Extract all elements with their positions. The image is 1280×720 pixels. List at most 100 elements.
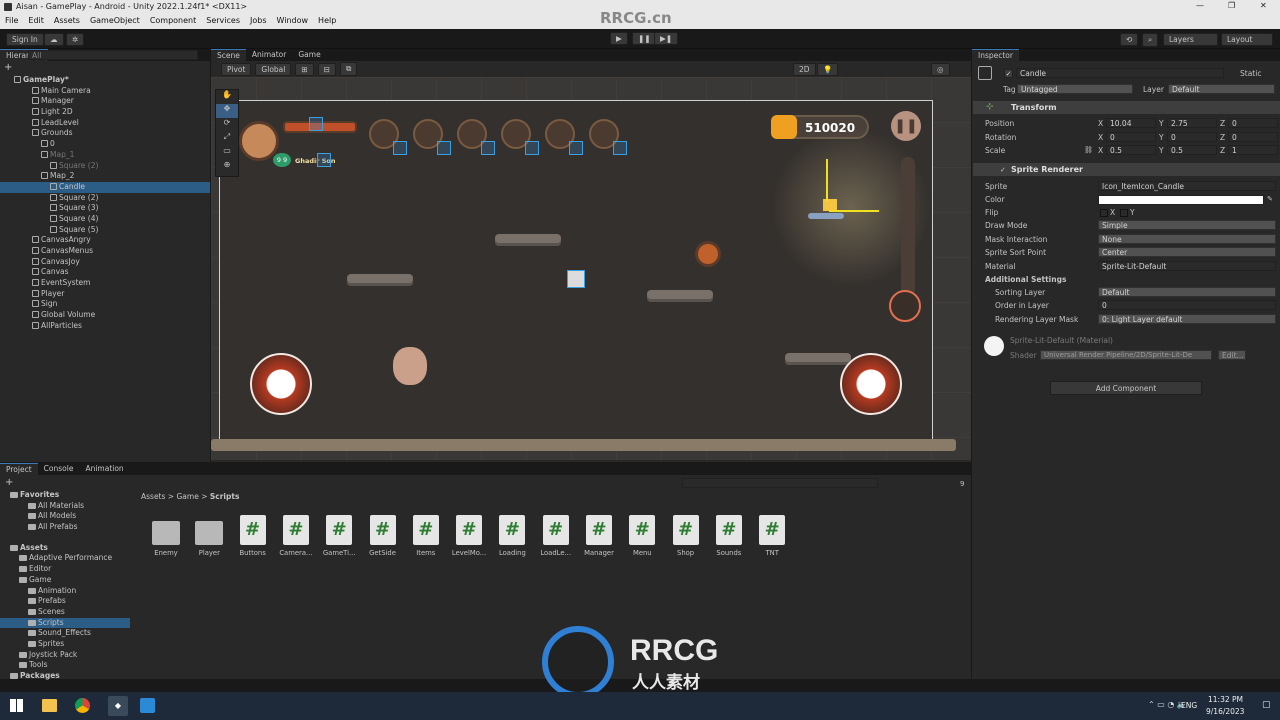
menu-component[interactable]: Component bbox=[145, 14, 201, 27]
favorites-header[interactable]: Favorites bbox=[0, 490, 130, 501]
asset-script[interactable]: # Buttons bbox=[233, 515, 273, 557]
asset-folder[interactable]: Player bbox=[189, 515, 229, 557]
vscode-icon[interactable] bbox=[140, 698, 155, 713]
hierarchy-item[interactable]: AllParticles bbox=[0, 321, 210, 332]
add-icon[interactable]: + bbox=[4, 62, 12, 73]
notification-icon[interactable]: ▢ bbox=[1262, 700, 1271, 710]
move-gizmo-y-axis[interactable] bbox=[826, 159, 828, 201]
shader-edit-button[interactable]: Edit... bbox=[1218, 350, 1246, 360]
menu-edit[interactable]: Edit bbox=[23, 14, 49, 27]
play-button[interactable]: ▶ bbox=[610, 32, 628, 45]
project-folder[interactable]: Adaptive Performance bbox=[0, 553, 130, 564]
layer-dropdown[interactable]: Default bbox=[1168, 84, 1275, 94]
hierarchy-item[interactable]: Player bbox=[0, 289, 210, 300]
pos-z-field[interactable]: 0 bbox=[1228, 118, 1278, 128]
render-mask-dropdown[interactable]: 0: Light Layer default bbox=[1098, 314, 1276, 324]
search-icon[interactable]: ⌕ bbox=[1142, 33, 1159, 47]
step-button[interactable]: ▶❚ bbox=[654, 32, 679, 45]
pause-button[interactable]: ❚❚ bbox=[632, 32, 657, 45]
draw-mode-dropdown[interactable]: Simple bbox=[1098, 220, 1276, 230]
transform-header[interactable]: Transform bbox=[973, 101, 1280, 114]
assets-header[interactable]: Assets bbox=[0, 543, 130, 554]
pos-y-field[interactable]: 2.75 bbox=[1167, 118, 1217, 128]
favorite-item[interactable]: All Materials bbox=[0, 501, 130, 512]
scl-x-field[interactable]: 0.5 bbox=[1106, 145, 1156, 155]
hierarchy-item[interactable]: GamePlay* bbox=[0, 75, 210, 86]
hand-tool-icon[interactable]: ✋ bbox=[216, 90, 238, 104]
asset-script[interactable]: # Manager bbox=[579, 515, 619, 557]
tab-scene[interactable]: Scene bbox=[211, 49, 246, 61]
project-folder[interactable]: Sound_Effects bbox=[0, 628, 130, 639]
project-folder[interactable]: Packages bbox=[0, 671, 130, 682]
asset-script[interactable]: # GetSide bbox=[363, 515, 403, 557]
breadcrumb-scripts[interactable]: Scripts bbox=[210, 492, 240, 501]
menu-jobs[interactable]: Jobs bbox=[245, 14, 272, 27]
object-name-field[interactable]: Candle bbox=[1016, 68, 1224, 78]
unity-taskbar-icon[interactable]: ◆ bbox=[108, 696, 128, 716]
chrome-icon[interactable] bbox=[75, 698, 90, 713]
favorite-item[interactable]: All Models bbox=[0, 511, 130, 522]
hierarchy-item[interactable]: CanvasAngry bbox=[0, 235, 210, 246]
layout-dropdown[interactable]: Layout bbox=[1221, 33, 1273, 46]
tab-inspector[interactable]: Inspector bbox=[972, 49, 1019, 61]
asset-script[interactable]: # TNT bbox=[752, 515, 792, 557]
close-button[interactable]: ✕ bbox=[1260, 1, 1267, 10]
tab-animation[interactable]: Animation bbox=[79, 463, 129, 475]
hierarchy-item[interactable]: Global Volume bbox=[0, 310, 210, 321]
project-folder[interactable]: Joystick Pack bbox=[0, 650, 130, 661]
sorting-layer-dropdown[interactable]: Default bbox=[1098, 287, 1276, 297]
scl-z-field[interactable]: 1 bbox=[1228, 145, 1278, 155]
hierarchy-item[interactable]: Square (2) bbox=[0, 161, 210, 172]
project-folder[interactable]: Prefabs bbox=[0, 596, 130, 607]
eyedropper-icon[interactable]: ✎ bbox=[1267, 195, 1273, 203]
transform-tool-icon[interactable]: ⊕ bbox=[216, 160, 238, 174]
menu-window[interactable]: Window bbox=[272, 14, 314, 27]
mode-2d-button[interactable]: 2D bbox=[793, 62, 816, 76]
hierarchy-item[interactable]: Light 2D bbox=[0, 107, 210, 118]
additional-settings-foldout[interactable]: Additional Settings bbox=[985, 275, 1066, 284]
active-checkbox[interactable]: ✓ bbox=[1004, 69, 1013, 78]
rect-tool-icon[interactable]: ▭ bbox=[216, 146, 238, 160]
project-folder[interactable]: Sprites bbox=[0, 639, 130, 650]
project-folder[interactable]: Scripts bbox=[0, 617, 130, 629]
tag-dropdown[interactable]: Untagged bbox=[1017, 84, 1133, 94]
project-folder[interactable]: Animation bbox=[0, 586, 130, 597]
hierarchy-item[interactable]: Map_2 bbox=[0, 171, 210, 182]
hierarchy-item[interactable]: Square (3) bbox=[0, 203, 210, 214]
rotate-tool-icon[interactable]: ⟳ bbox=[216, 118, 238, 132]
favorite-item[interactable]: All Prefabs bbox=[0, 522, 130, 533]
scl-y-field[interactable]: 0.5 bbox=[1167, 145, 1217, 155]
shader-dropdown[interactable]: Universal Render Pipeline/2D/Sprite-Lit-… bbox=[1040, 350, 1212, 360]
menu-help[interactable]: Help bbox=[313, 14, 341, 27]
hierarchy-item[interactable]: Manager bbox=[0, 96, 210, 107]
menu-file[interactable]: File bbox=[0, 14, 23, 27]
hierarchy-item[interactable]: Square (4) bbox=[0, 214, 210, 225]
order-field[interactable]: 0 bbox=[1098, 300, 1276, 310]
pos-x-field[interactable]: 10.04 bbox=[1106, 118, 1156, 128]
hierarchy-item[interactable]: Sign bbox=[0, 299, 210, 310]
tab-console[interactable]: Console bbox=[38, 463, 80, 475]
hierarchy-item[interactable]: Canvas bbox=[0, 267, 210, 278]
pivot-dropdown[interactable]: Pivot bbox=[221, 62, 252, 76]
clock-time[interactable]: 11:32 PM bbox=[1208, 695, 1243, 704]
move-gizmo-x-axis[interactable] bbox=[829, 210, 879, 212]
asset-script[interactable]: # Sounds bbox=[709, 515, 749, 557]
sort-point-dropdown[interactable]: Center bbox=[1098, 247, 1276, 257]
flip-x-checkbox[interactable] bbox=[1100, 209, 1108, 217]
flip-y-checkbox[interactable] bbox=[1120, 209, 1128, 217]
hierarchy-item[interactable]: Main Camera bbox=[0, 86, 210, 97]
rot-y-field[interactable]: 0 bbox=[1167, 132, 1217, 142]
breadcrumb-assets[interactable]: Assets bbox=[141, 492, 165, 501]
asset-script[interactable]: # LevelMo... bbox=[449, 515, 489, 557]
asset-script[interactable]: # Shop bbox=[666, 515, 706, 557]
menu-assets[interactable]: Assets bbox=[49, 14, 85, 27]
hierarchy-item[interactable]: LeadLevel bbox=[0, 118, 210, 129]
collab-icon[interactable]: ✲ bbox=[66, 33, 85, 46]
language-indicator[interactable]: ENG bbox=[1181, 701, 1197, 710]
asset-script[interactable]: # Loading bbox=[492, 515, 532, 557]
project-add-icon[interactable]: + bbox=[5, 477, 13, 488]
tab-project[interactable]: Project bbox=[0, 463, 38, 475]
increment-snap-icon[interactable]: ⊟ bbox=[317, 62, 336, 76]
rot-x-field[interactable]: 0 bbox=[1106, 132, 1156, 142]
hierarchy-item[interactable]: Square (2) bbox=[0, 193, 210, 204]
